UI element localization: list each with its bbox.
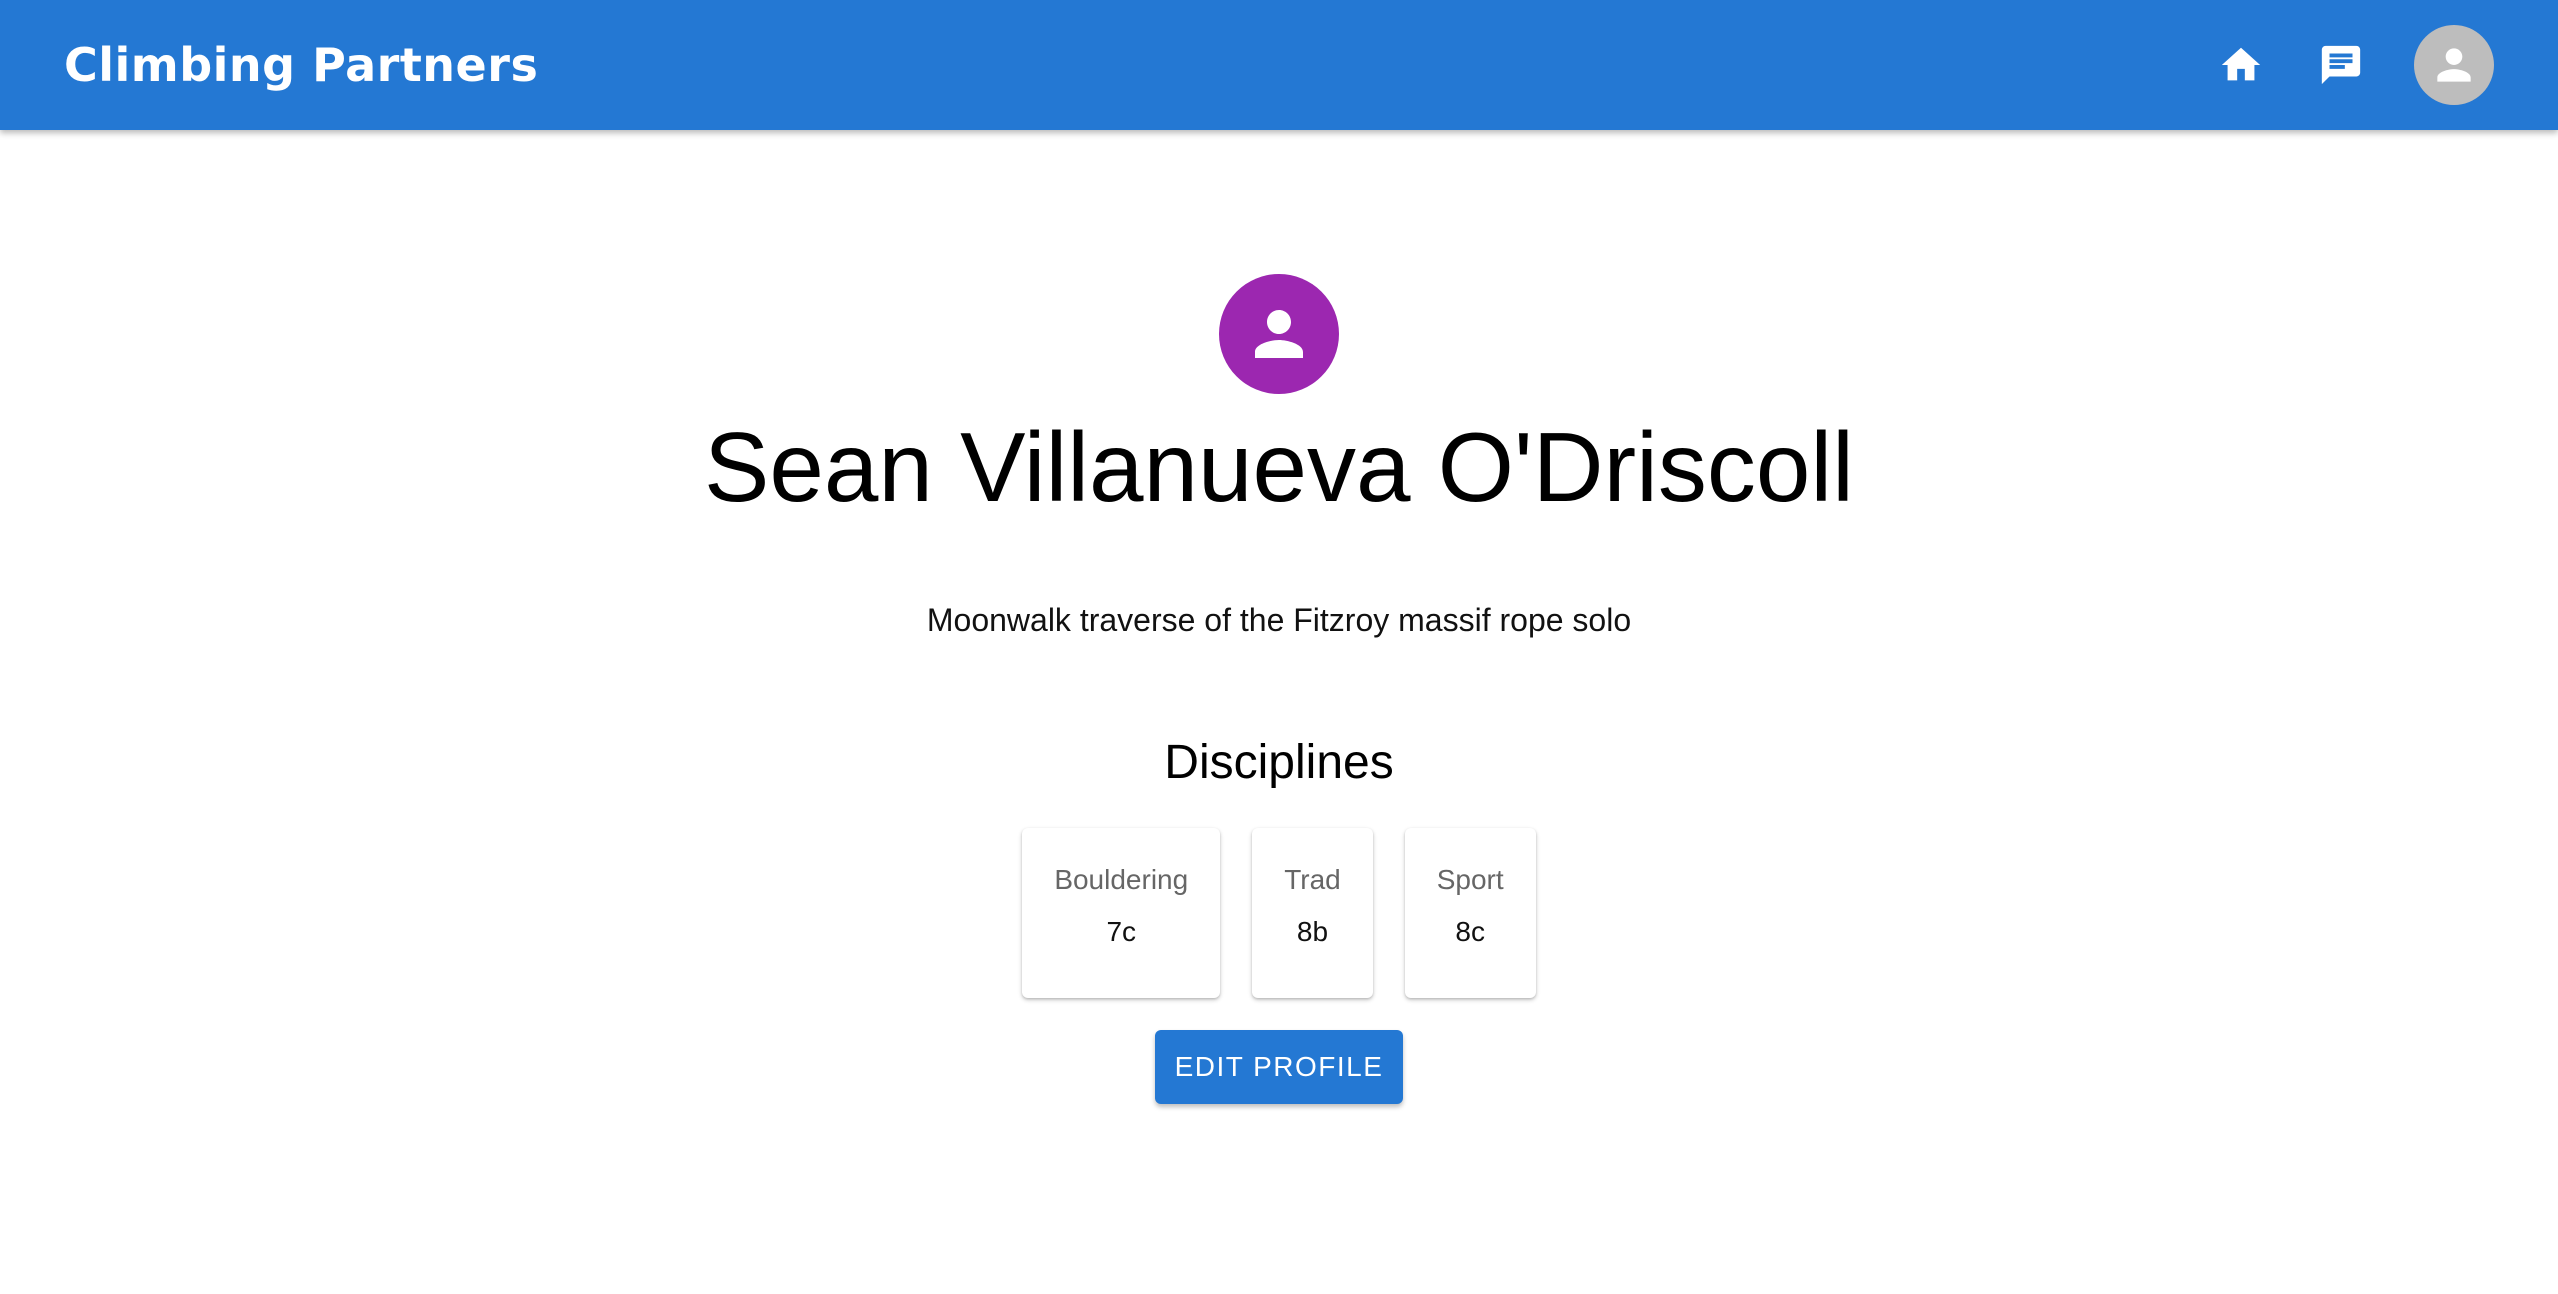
discipline-card-sport[interactable]: Sport 8c (1404, 828, 1536, 998)
account-avatar-button[interactable] (2414, 25, 2494, 105)
disciplines-heading: Disciplines (1164, 736, 1394, 789)
nav-actions (2214, 25, 2494, 105)
profile-avatar (1219, 274, 1339, 394)
account-avatar-icon (2437, 48, 2471, 82)
profile-page: Sean Villanueva O'Driscoll Moonwalk trav… (0, 130, 2558, 1104)
person-icon (1255, 310, 1303, 358)
app-bar: Climbing Partners (0, 0, 2558, 130)
discipline-grade: 8b (1296, 916, 1329, 947)
discipline-card-trad[interactable]: Trad 8b (1252, 828, 1373, 998)
disciplines-list: Bouldering 7c Trad 8b Sport 8c (1022, 828, 1536, 998)
messages-button[interactable] (2314, 38, 2368, 92)
discipline-grade: 8c (1455, 916, 1485, 947)
home-icon (2221, 47, 2261, 81)
profile-bio: Moonwalk traverse of the Fitzroy massif … (926, 602, 1632, 638)
discipline-grade: 7c (1106, 916, 1137, 947)
message-icon (2321, 45, 2361, 85)
discipline-name: Bouldering (1054, 864, 1189, 895)
discipline-name: Sport (1436, 864, 1504, 895)
app-title[interactable]: Climbing Partners (64, 38, 2214, 92)
edit-profile-button[interactable]: Edit Profile (1155, 1030, 1403, 1104)
home-button[interactable] (2214, 38, 2268, 92)
profile-name: Sean Villanueva O'Driscoll (704, 412, 1854, 522)
discipline-card-bouldering[interactable]: Bouldering 7c (1022, 828, 1221, 998)
discipline-name: Trad (1284, 864, 1341, 895)
